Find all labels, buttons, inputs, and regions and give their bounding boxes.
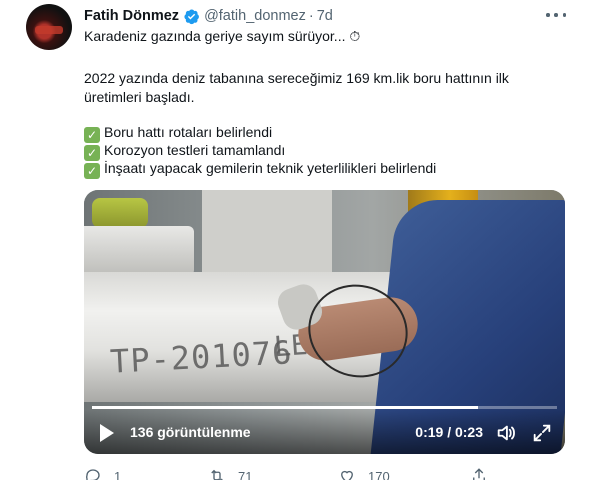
- video-player[interactable]: TP-201076 LENG 136 görüntülenme 0:19 / 0…: [84, 190, 565, 454]
- verified-badge-icon: [184, 9, 199, 24]
- avatar[interactable]: [26, 4, 72, 50]
- author-handle[interactable]: @fatih_donmez: [204, 8, 306, 24]
- retweet-icon: [211, 469, 223, 480]
- separator: ·: [308, 8, 314, 24]
- volume-icon[interactable]: [495, 422, 517, 444]
- video-worker-vest: [92, 198, 148, 228]
- reply-icon: [85, 469, 100, 480]
- author-name[interactable]: Fatih Dönmez: [84, 8, 179, 24]
- checklist-item-text: Korozyon testleri tamamlandı: [104, 142, 286, 158]
- share-icon: [473, 468, 485, 480]
- view-count: 136 görüntülenme: [130, 424, 251, 440]
- checklist-item: ✓ Boru hattı rotaları belirlendi: [84, 123, 272, 143]
- checklist-item: ✓ İnşaatı yapacak gemilerin teknik yeterl…: [84, 159, 436, 179]
- checklist-item: ✓ Korozyon testleri tamamlandı: [84, 141, 285, 161]
- video-progress-bar[interactable]: [92, 406, 557, 409]
- play-icon[interactable]: [100, 424, 114, 442]
- more-icon[interactable]: [546, 8, 566, 22]
- reply-button[interactable]: 1: [84, 467, 121, 480]
- tweet-line-1: Karadeniz gazında geriye sayım sürüyor..…: [84, 28, 361, 44]
- share-button[interactable]: [470, 467, 500, 480]
- timestamp[interactable]: 7d: [317, 8, 333, 24]
- like-button[interactable]: 170: [338, 467, 390, 480]
- retweet-count: 71: [238, 468, 253, 480]
- like-count: 170: [368, 468, 390, 480]
- checklist-item-text: İnşaatı yapacak gemilerin teknik yeterli…: [104, 160, 437, 176]
- tweet-header: Fatih Dönmez @fatih_donmez · 7d: [84, 6, 540, 26]
- action-bar: 1 71 170: [84, 467, 504, 480]
- retweet-button[interactable]: 71: [208, 467, 252, 480]
- like-icon: [341, 470, 353, 480]
- checklist-item-text: Boru hattı rotaları belirlendi: [104, 124, 273, 140]
- fullscreen-icon[interactable]: [531, 422, 553, 444]
- video-wall: [202, 190, 332, 280]
- video-pipe-top: [84, 226, 194, 276]
- video-progress-fill: [92, 406, 478, 409]
- check-icon: ✓: [84, 163, 100, 179]
- reply-count: 1: [114, 468, 122, 480]
- tweet-line-2: 2022 yazında deniz tabanına sereceğimiz …: [84, 70, 509, 86]
- video-timecode: 0:19 / 0:23: [415, 424, 483, 440]
- tweet-line-3: üretimleri başladı.: [84, 89, 195, 105]
